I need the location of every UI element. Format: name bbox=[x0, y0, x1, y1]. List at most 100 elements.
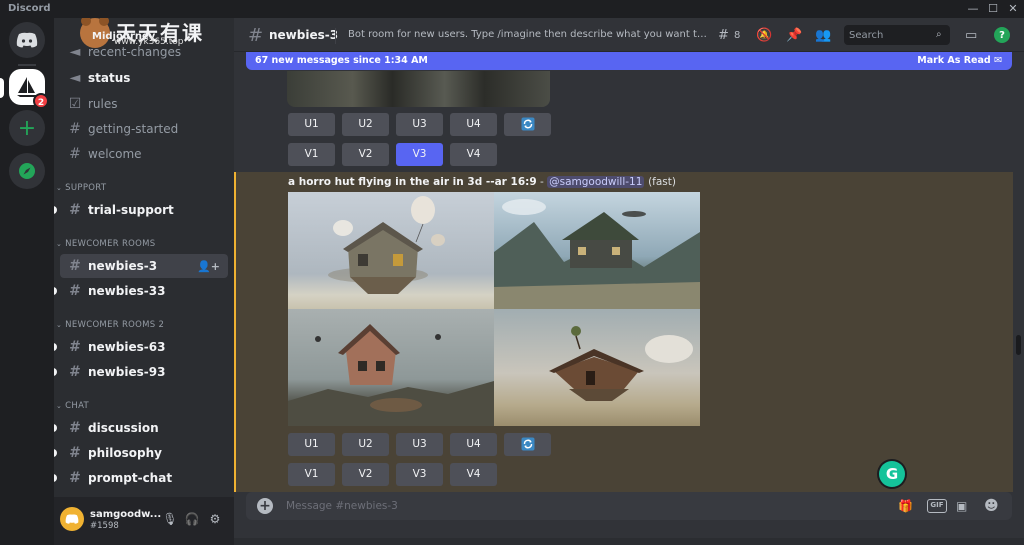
channel-welcome[interactable]: # welcome bbox=[60, 142, 228, 166]
add-server-button[interactable]: + bbox=[9, 110, 45, 146]
upscale-button-u2[interactable]: U2 bbox=[342, 113, 389, 136]
variation-button-v1[interactable]: V1 bbox=[288, 143, 335, 166]
inbox-icon[interactable]: ▭ bbox=[965, 26, 977, 44]
channel-discussion[interactable]: # discussion bbox=[54, 416, 228, 440]
explore-servers-button[interactable] bbox=[9, 153, 45, 189]
floating-house-illustration bbox=[328, 196, 445, 294]
variation-button-v3-selected[interactable]: V3 bbox=[396, 143, 443, 166]
server-rail: 2 + bbox=[0, 18, 54, 545]
gear-icon[interactable]: ⚙ bbox=[207, 511, 223, 527]
variation-button-v2[interactable]: V2 bbox=[342, 463, 389, 486]
rail-separator bbox=[18, 64, 36, 66]
thread-hash-icon: # bbox=[69, 364, 81, 380]
channel-philosophy[interactable]: # philosophy bbox=[54, 441, 228, 465]
maximize-button[interactable]: ☐ bbox=[986, 2, 1000, 16]
floating-house-illustration bbox=[288, 324, 494, 426]
floating-house-illustration bbox=[549, 326, 693, 401]
home-button[interactable] bbox=[9, 22, 45, 58]
message-prompt: a horro hut flying in the air in 3d --ar… bbox=[288, 176, 676, 188]
discord-logo-icon bbox=[65, 514, 79, 524]
channel-newbies-33[interactable]: # newbies-33 bbox=[54, 279, 228, 303]
channel-newbies-63[interactable]: # newbies-63 bbox=[54, 335, 228, 359]
close-button[interactable]: ✕ bbox=[1006, 2, 1020, 16]
invite-user-icon[interactable]: 👤+ bbox=[197, 260, 220, 273]
checkbox-icon: ☑ bbox=[68, 96, 82, 112]
chevron-down-icon: ⌄ bbox=[56, 402, 63, 410]
microphone-icon[interactable]: 🎙 bbox=[162, 511, 178, 527]
mute-bell-icon[interactable]: 🔕 bbox=[756, 26, 772, 44]
message-composer: + 🎁 GIF ▣ ☻ bbox=[246, 492, 1012, 520]
sticker-icon[interactable]: ▣ bbox=[956, 498, 967, 514]
threads-icon[interactable]: # bbox=[718, 26, 729, 44]
previous-image-grid[interactable] bbox=[287, 71, 550, 107]
user-mention[interactable]: @samgoodwill-11 bbox=[547, 176, 645, 188]
title-bar: Discord — ☐ ✕ bbox=[0, 0, 1024, 18]
unread-indicator bbox=[54, 287, 57, 295]
upscale-button-u2[interactable]: U2 bbox=[342, 433, 389, 456]
category-support[interactable]: ⌄ SUPPORT bbox=[56, 183, 106, 193]
unread-indicator bbox=[54, 368, 57, 376]
username: samgoodw... bbox=[90, 509, 162, 520]
category-chat[interactable]: ⌄ CHAT bbox=[56, 401, 89, 411]
message-scrollbar[interactable] bbox=[1016, 70, 1022, 490]
upscale-button-u3[interactable]: U3 bbox=[396, 433, 443, 456]
channel-rules[interactable]: ☑ rules bbox=[60, 92, 228, 116]
member-list-icon[interactable]: 👥 bbox=[815, 26, 831, 44]
channel-newbies-93[interactable]: # newbies-93 bbox=[54, 360, 228, 384]
channel-trial-support[interactable]: # trial-support bbox=[54, 198, 228, 222]
search-input[interactable] bbox=[844, 25, 950, 45]
gif-button[interactable]: GIF bbox=[927, 499, 947, 513]
upscale-button-u1[interactable]: U1 bbox=[288, 113, 335, 136]
generated-image-1[interactable] bbox=[288, 192, 494, 309]
thread-hash-icon: # bbox=[69, 258, 81, 274]
chevron-down-icon: ⌄ bbox=[56, 240, 63, 248]
upscale-button-u4[interactable]: U4 bbox=[450, 113, 497, 136]
message-list: U1 U2 U3 U4 V1 V2 V3 V4 a horro hut flyi… bbox=[234, 52, 1024, 492]
scrollbar-thumb[interactable] bbox=[1016, 335, 1021, 355]
generated-image-2[interactable] bbox=[494, 192, 700, 309]
attach-plus-icon[interactable]: + bbox=[257, 498, 273, 514]
channel-newbies-3[interactable]: # newbies-3 👤+ bbox=[60, 254, 228, 278]
chevron-down-icon: ⌄ bbox=[56, 321, 63, 329]
grammarly-icon[interactable]: G bbox=[879, 461, 905, 487]
category-newcomer-rooms-2[interactable]: ⌄ NEWCOMER ROOMS 2 bbox=[56, 320, 164, 330]
variation-button-v1[interactable]: V1 bbox=[288, 463, 335, 486]
channel-prompt-chat[interactable]: # prompt-chat bbox=[54, 466, 228, 490]
compass-icon bbox=[19, 163, 35, 179]
generated-image-4[interactable] bbox=[494, 309, 700, 426]
pin-icon[interactable]: 📌 bbox=[786, 26, 802, 44]
category-newcomer-rooms[interactable]: ⌄ NEWCOMER ROOMS bbox=[56, 239, 155, 249]
reroll-button[interactable] bbox=[504, 433, 551, 456]
variation-button-v2[interactable]: V2 bbox=[342, 143, 389, 166]
message-input[interactable] bbox=[286, 497, 846, 515]
channel-title: newbies-3 bbox=[269, 28, 339, 42]
thread-count: 8 bbox=[734, 29, 741, 41]
emoji-icon[interactable]: ☻ bbox=[984, 498, 999, 514]
minimize-button[interactable]: — bbox=[966, 2, 980, 16]
new-messages-bar[interactable]: 67 new messages since 1:34 AM Mark As Re… bbox=[246, 52, 1012, 70]
unread-indicator bbox=[54, 424, 57, 432]
hash-icon: # bbox=[69, 146, 81, 162]
hash-icon: # bbox=[69, 420, 81, 436]
reroll-button[interactable] bbox=[504, 113, 551, 136]
floating-house-illustration bbox=[494, 199, 700, 309]
upscale-button-u3[interactable]: U3 bbox=[396, 113, 443, 136]
variation-button-v4[interactable]: V4 bbox=[450, 463, 497, 486]
channel-status[interactable]: ◄ status bbox=[60, 66, 228, 90]
image-grid[interactable] bbox=[288, 192, 700, 426]
headphones-icon[interactable]: 🎧 bbox=[184, 511, 200, 527]
variation-button-v4[interactable]: V4 bbox=[450, 143, 497, 166]
upscale-button-u4[interactable]: U4 bbox=[450, 433, 497, 456]
channel-topic[interactable]: Bot room for new users. Type /imagine th… bbox=[348, 29, 710, 40]
notification-badge: 2 bbox=[33, 93, 49, 109]
chevron-down-icon: ⌄ bbox=[56, 184, 63, 192]
variation-button-v3[interactable]: V3 bbox=[396, 463, 443, 486]
gift-icon[interactable]: 🎁 bbox=[898, 498, 913, 514]
upscale-button-u1[interactable]: U1 bbox=[288, 433, 335, 456]
generated-image-3[interactable] bbox=[288, 309, 494, 426]
help-icon[interactable]: ? bbox=[994, 27, 1010, 43]
mark-as-read-button[interactable]: Mark As Read ✉ bbox=[917, 55, 1002, 66]
channel-getting-started[interactable]: # getting-started bbox=[60, 117, 228, 141]
server-midjourney[interactable]: 2 bbox=[9, 69, 49, 109]
avatar[interactable] bbox=[60, 507, 84, 531]
